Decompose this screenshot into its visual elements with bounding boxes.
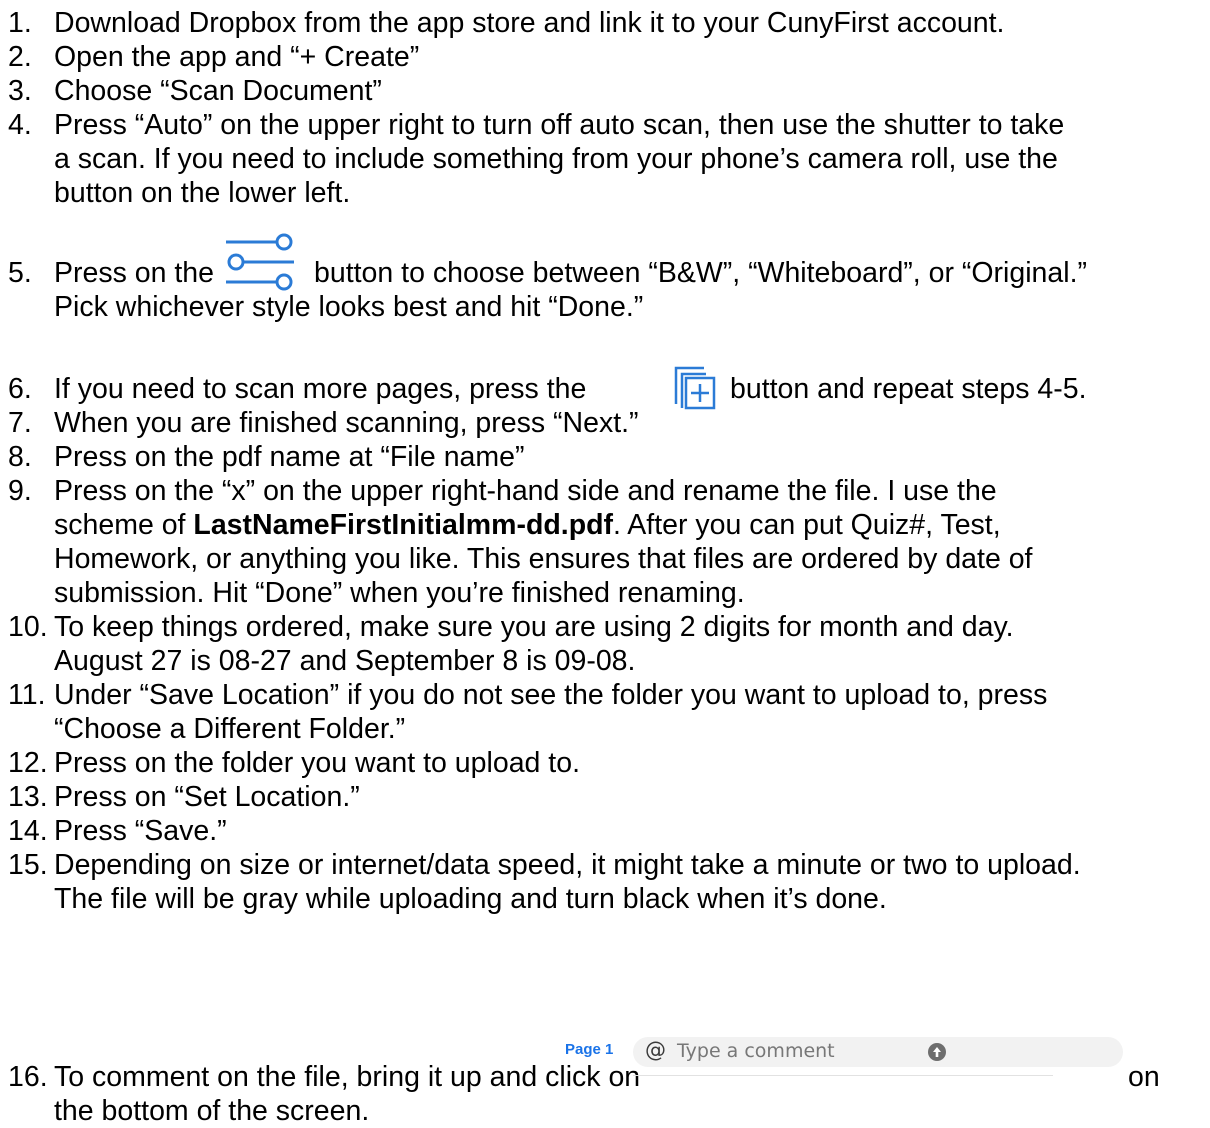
step-14-text: Press “Save.”: [54, 815, 227, 847]
step-number: 5.: [8, 257, 32, 289]
step-number: 14.: [8, 815, 48, 847]
step-10-text-line1: To keep things ordered, make sure you ar…: [54, 611, 1014, 643]
step-10-text-line2: August 27 is 08-27 and September 8 is 09…: [54, 645, 636, 677]
upload-arrow-icon: [928, 1043, 946, 1061]
step-number: 2.: [8, 41, 32, 73]
step-5-text-pre: Press on the: [54, 257, 215, 289]
step-11-text-line2: “Choose a Different Folder.”: [54, 713, 406, 745]
step-9-text-line4: submission. Hit “Done” when you’re finis…: [54, 577, 745, 609]
step-11-text-line1: Under “Save Location” if you do not see …: [54, 679, 1048, 711]
step-4-text-line1: Press “Auto” on the upper right to turn …: [54, 109, 1065, 141]
step-number: 12.: [8, 747, 48, 779]
step-15-text-line2: The file will be gray while uploading an…: [54, 883, 887, 915]
step-3-text: Choose “Scan Document”: [54, 75, 382, 107]
step-16-text-pre: To comment on the file, bring it up and …: [54, 1061, 641, 1093]
step-9-line2-pre: scheme of: [54, 509, 186, 541]
step-number: 10.: [8, 611, 48, 643]
step-number: 13.: [8, 781, 48, 813]
step-number: 3.: [8, 75, 32, 107]
step-6-text-pre: If you need to scan more pages, press th…: [54, 373, 587, 405]
step-9-text-line1: Press on the “x” on the upper right-hand…: [54, 475, 997, 507]
step-number: 1.: [8, 7, 32, 39]
step-number: 7.: [8, 407, 32, 439]
step-8-text: Press on the pdf name at “File name”: [54, 441, 525, 473]
step-number: 15.: [8, 849, 48, 881]
step-6-text-post: button and repeat steps 4-5.: [730, 373, 1087, 405]
sliders-filter-icon: [226, 233, 294, 291]
step-2-text: Open the app and “+ Create”: [54, 41, 420, 73]
comment-input: @ Type a comment: [633, 1037, 1123, 1067]
step-13-text: Press on “Set Location.”: [54, 781, 360, 813]
step-number: 4.: [8, 109, 32, 141]
add-page-icon: [674, 366, 716, 410]
step-16-text-post: on: [1128, 1061, 1160, 1093]
step-7-text: When you are finished scanning, press “N…: [54, 407, 639, 439]
comment-placeholder: Type a comment: [677, 1040, 835, 1062]
step-9-text-line3: Homework, or anything you like. This ens…: [54, 543, 1033, 575]
page-label: Page 1: [565, 1041, 614, 1058]
step-4-text-line3: button on the lower left.: [54, 177, 351, 209]
step-4-text-line2: a scan. If you need to include something…: [54, 143, 1058, 175]
step-number: 16.: [8, 1061, 48, 1093]
step-number: 11.: [8, 679, 46, 711]
at-icon: @: [645, 1038, 666, 1062]
step-number: 9.: [8, 475, 32, 507]
step-5-text-line2: Pick whichever style looks best and hit …: [54, 291, 644, 323]
comment-widget-illustration: Page 1 @ Type a comment: [565, 1037, 1125, 1077]
step-5-text-post: button to choose between “B&W”, “Whitebo…: [314, 257, 1087, 289]
step-number: 6.: [8, 373, 32, 405]
step-16-text-line2: the bottom of the screen.: [54, 1095, 370, 1127]
divider: [633, 1075, 1053, 1076]
step-9-text-line2: scheme of LastNameFirstInitialmm-dd.pdf.…: [54, 508, 1001, 542]
step-15-text-line1: Depending on size or internet/data speed…: [54, 849, 1081, 881]
file-name-scheme: LastNameFirstInitialmm-dd.pdf: [193, 509, 614, 541]
step-1-text: Download Dropbox from the app store and …: [54, 7, 1005, 39]
step-12-text: Press on the folder you want to upload t…: [54, 747, 580, 779]
step-9-line2-post: . After you can put Quiz#, Test,: [613, 509, 1001, 541]
step-number: 8.: [8, 441, 32, 473]
